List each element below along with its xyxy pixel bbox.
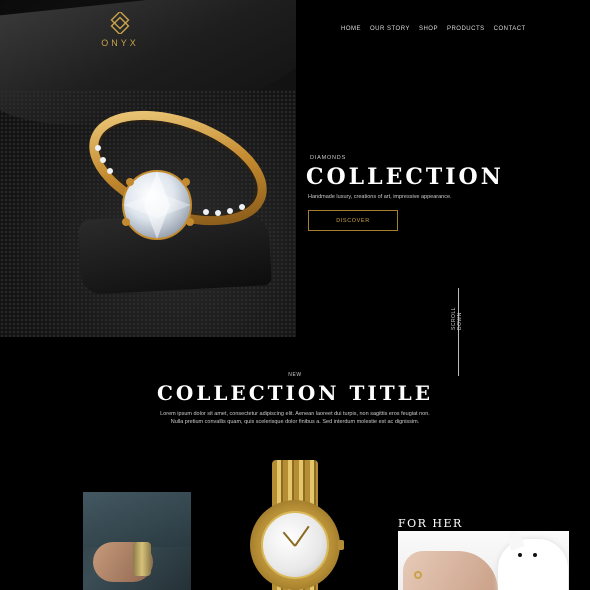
hero-ring-image (0, 0, 296, 337)
dog-image (498, 539, 568, 590)
hero-eyebrow: DIAMONDS (310, 155, 347, 161)
hero-title: COLLECTION (306, 164, 504, 190)
product-tile-watch[interactable] (245, 460, 345, 590)
sleeve-image (83, 492, 191, 547)
collection-description-line-2: Nulla pretium convallis quam, quis scele… (170, 419, 420, 425)
nav-item-products[interactable]: PRODUCTS (447, 26, 485, 32)
discover-button[interactable]: DISCOVER (308, 210, 398, 231)
onyx-logo-icon (110, 12, 130, 34)
collection-description: Lorem ipsum dolor sit amet, consectetur … (150, 410, 440, 426)
product-tile-bracelet[interactable] (83, 492, 191, 590)
hero-subtitle: Handmade luxury, creations of art, impre… (308, 194, 452, 200)
for-her-label[interactable]: FOR HER (398, 517, 463, 530)
dog-eye-right (533, 553, 537, 557)
collection-description-line-1: Lorem ipsum dolor sit amet, consectetur … (160, 411, 430, 417)
nav-item-our-story[interactable]: OUR STORY (370, 26, 410, 32)
nav-item-shop[interactable]: SHOP (419, 26, 438, 32)
brand-name: ONYX (101, 38, 139, 48)
bracelet-image (133, 542, 151, 576)
scroll-down-label[interactable]: SCROLL DOWN (451, 290, 463, 330)
ring-icon (414, 571, 422, 579)
watch-crown (338, 540, 344, 550)
dog-eye-left (518, 553, 522, 557)
nav-item-contact[interactable]: CONTACT (494, 26, 526, 32)
diamond-ring-icon (89, 110, 267, 240)
collection-eyebrow: NEW (288, 372, 302, 378)
nav-item-home[interactable]: HOME (341, 26, 361, 32)
collection-title: COLLECTION TITLE (157, 381, 433, 405)
main-nav: HOME OUR STORY SHOP PRODUCTS CONTACT (341, 26, 526, 32)
brand-logo[interactable]: ONYX (100, 12, 140, 48)
product-tile-for-her[interactable] (398, 531, 569, 590)
